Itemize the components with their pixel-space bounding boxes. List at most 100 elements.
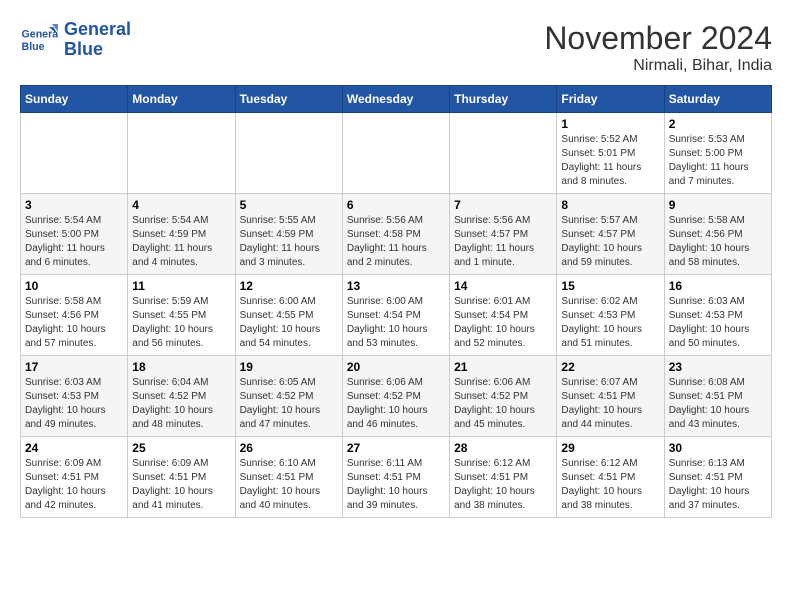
weekday-header-saturday: Saturday <box>664 86 771 113</box>
day-info: Sunrise: 5:55 AM Sunset: 4:59 PM Dayligh… <box>240 214 338 270</box>
svg-text:General: General <box>22 29 58 41</box>
calendar-cell: 26Sunrise: 6:10 AM Sunset: 4:51 PM Dayli… <box>235 437 342 518</box>
day-info: Sunrise: 6:02 AM Sunset: 4:53 PM Dayligh… <box>561 295 659 351</box>
calendar-cell: 21Sunrise: 6:06 AM Sunset: 4:52 PM Dayli… <box>450 356 557 437</box>
calendar-cell <box>450 113 557 194</box>
weekday-header-friday: Friday <box>557 86 664 113</box>
day-info: Sunrise: 6:13 AM Sunset: 4:51 PM Dayligh… <box>669 457 767 513</box>
calendar-cell: 18Sunrise: 6:04 AM Sunset: 4:52 PM Dayli… <box>128 356 235 437</box>
calendar-cell: 2Sunrise: 5:53 AM Sunset: 5:00 PM Daylig… <box>664 113 771 194</box>
weekday-header-tuesday: Tuesday <box>235 86 342 113</box>
week-row-3: 10Sunrise: 5:58 AM Sunset: 4:56 PM Dayli… <box>21 275 772 356</box>
day-number: 22 <box>561 360 659 374</box>
logo: General Blue General Blue <box>20 20 131 60</box>
day-number: 18 <box>132 360 230 374</box>
day-info: Sunrise: 6:10 AM Sunset: 4:51 PM Dayligh… <box>240 457 338 513</box>
day-info: Sunrise: 6:06 AM Sunset: 4:52 PM Dayligh… <box>347 376 445 432</box>
calendar-cell: 16 Sunrise: 6:03 AM Sunset: 4:53 PM Dayli… <box>664 275 771 356</box>
calendar-cell: 9 Sunrise: 5:58 AM Sunset: 4:56 PM Daylig… <box>664 194 771 275</box>
day-info: Sunrise: 5:54 AM Sunset: 5:00 PM Dayligh… <box>25 214 123 270</box>
logo-text: General Blue <box>64 20 131 60</box>
day-number: 6 <box>347 198 445 212</box>
calendar-cell: 27 Sunrise: 6:11 AM Sunset: 4:51 PM Dayli… <box>342 437 449 518</box>
day-number: 2 <box>669 117 767 131</box>
calendar-cell: 3 Sunrise: 5:54 AM Sunset: 5:00 PM Daylig… <box>21 194 128 275</box>
day-info: Sunrise: 6:06 AM Sunset: 4:52 PM Dayligh… <box>454 376 552 432</box>
calendar-cell: 13 Sunrise: 6:00 AM Sunset: 4:54 PM Dayli… <box>342 275 449 356</box>
day-info: Sunrise: 6:11 AM Sunset: 4:51 PM Dayligh… <box>347 457 445 513</box>
svg-text:Blue: Blue <box>22 41 45 53</box>
day-number: 4 <box>132 198 230 212</box>
day-number: 14 <box>454 279 552 293</box>
calendar-cell: 24 Sunrise: 6:09 AM Sunset: 4:51 PM Dayli… <box>21 437 128 518</box>
day-info: Sunrise: 6:03 AM Sunset: 4:53 PM Dayligh… <box>669 295 767 351</box>
day-number: 29 <box>561 441 659 455</box>
calendar-cell: 29 Sunrise: 6:12 AM Sunset: 4:51 PM Dayli… <box>557 437 664 518</box>
day-number: 7 <box>454 198 552 212</box>
calendar-cell: 1 Sunrise: 5:52 AM Sunset: 5:01 PM Daylig… <box>557 113 664 194</box>
day-number: 23 <box>669 360 767 374</box>
title-area: November 2024 Nirmali, Bihar, India <box>544 20 772 75</box>
day-info: Sunrise: 6:00 AM Sunset: 4:55 PM Dayligh… <box>240 295 338 351</box>
weekday-header-wednesday: Wednesday <box>342 86 449 113</box>
day-info: Sunrise: 5:58 AM Sunset: 4:56 PM Dayligh… <box>669 214 767 270</box>
day-info: Sunrise: 6:12 AM Sunset: 4:51 PM Dayligh… <box>561 457 659 513</box>
weekday-header-monday: Monday <box>128 86 235 113</box>
day-number: 12 <box>240 279 338 293</box>
day-info: Sunrise: 6:09 AM Sunset: 4:51 PM Dayligh… <box>25 457 123 513</box>
calendar-cell <box>342 113 449 194</box>
day-number: 11 <box>132 279 230 293</box>
calendar-cell: 30Sunrise: 6:13 AM Sunset: 4:51 PM Dayli… <box>664 437 771 518</box>
calendar-cell: 8 Sunrise: 5:57 AM Sunset: 4:57 PM Daylig… <box>557 194 664 275</box>
location-title: Nirmali, Bihar, India <box>544 57 772 75</box>
calendar-cell <box>235 113 342 194</box>
calendar-cell: 5 Sunrise: 5:55 AM Sunset: 4:59 PM Daylig… <box>235 194 342 275</box>
day-number: 1 <box>561 117 659 131</box>
weekday-header-sunday: Sunday <box>21 86 128 113</box>
day-number: 13 <box>347 279 445 293</box>
day-info: Sunrise: 6:07 AM Sunset: 4:51 PM Dayligh… <box>561 376 659 432</box>
calendar-body: 1 Sunrise: 5:52 AM Sunset: 5:01 PM Daylig… <box>21 113 772 518</box>
weekday-row: SundayMondayTuesdayWednesdayThursdayFrid… <box>21 86 772 113</box>
calendar-cell: 25Sunrise: 6:09 AM Sunset: 4:51 PM Dayli… <box>128 437 235 518</box>
calendar-cell: 6Sunrise: 5:56 AM Sunset: 4:58 PM Daylig… <box>342 194 449 275</box>
day-info: Sunrise: 5:56 AM Sunset: 4:57 PM Dayligh… <box>454 214 552 270</box>
day-number: 8 <box>561 198 659 212</box>
day-number: 3 <box>25 198 123 212</box>
day-info: Sunrise: 6:12 AM Sunset: 4:51 PM Dayligh… <box>454 457 552 513</box>
day-number: 9 <box>669 198 767 212</box>
calendar-cell <box>128 113 235 194</box>
week-row-4: 17 Sunrise: 6:03 AM Sunset: 4:53 PM Dayli… <box>21 356 772 437</box>
month-title: November 2024 <box>544 20 772 57</box>
weekday-header-thursday: Thursday <box>450 86 557 113</box>
day-info: Sunrise: 6:08 AM Sunset: 4:51 PM Dayligh… <box>669 376 767 432</box>
day-info: Sunrise: 5:57 AM Sunset: 4:57 PM Dayligh… <box>561 214 659 270</box>
calendar-cell: 15Sunrise: 6:02 AM Sunset: 4:53 PM Dayli… <box>557 275 664 356</box>
day-number: 27 <box>347 441 445 455</box>
calendar-cell: 14 Sunrise: 6:01 AM Sunset: 4:54 PM Dayli… <box>450 275 557 356</box>
day-info: Sunrise: 6:03 AM Sunset: 4:53 PM Dayligh… <box>25 376 123 432</box>
day-info: Sunrise: 5:52 AM Sunset: 5:01 PM Dayligh… <box>561 133 659 189</box>
day-number: 19 <box>240 360 338 374</box>
calendar-cell: 12 Sunrise: 6:00 AM Sunset: 4:55 PM Dayli… <box>235 275 342 356</box>
calendar-cell: 22 Sunrise: 6:07 AM Sunset: 4:51 PM Dayli… <box>557 356 664 437</box>
calendar-cell <box>21 113 128 194</box>
day-number: 16 <box>669 279 767 293</box>
week-row-5: 24 Sunrise: 6:09 AM Sunset: 4:51 PM Dayli… <box>21 437 772 518</box>
day-number: 10 <box>25 279 123 293</box>
day-number: 17 <box>25 360 123 374</box>
day-number: 24 <box>25 441 123 455</box>
day-number: 20 <box>347 360 445 374</box>
day-number: 5 <box>240 198 338 212</box>
day-number: 28 <box>454 441 552 455</box>
day-number: 25 <box>132 441 230 455</box>
day-info: Sunrise: 6:00 AM Sunset: 4:54 PM Dayligh… <box>347 295 445 351</box>
week-row-1: 1 Sunrise: 5:52 AM Sunset: 5:01 PM Daylig… <box>21 113 772 194</box>
calendar-cell: 10Sunrise: 5:58 AM Sunset: 4:56 PM Dayli… <box>21 275 128 356</box>
calendar-cell: 20 Sunrise: 6:06 AM Sunset: 4:52 PM Dayli… <box>342 356 449 437</box>
week-row-2: 3 Sunrise: 5:54 AM Sunset: 5:00 PM Daylig… <box>21 194 772 275</box>
calendar-cell: 28 Sunrise: 6:12 AM Sunset: 4:51 PM Dayli… <box>450 437 557 518</box>
calendar-cell: 7 Sunrise: 5:56 AM Sunset: 4:57 PM Daylig… <box>450 194 557 275</box>
calendar-cell: 4Sunrise: 5:54 AM Sunset: 4:59 PM Daylig… <box>128 194 235 275</box>
day-info: Sunrise: 6:01 AM Sunset: 4:54 PM Dayligh… <box>454 295 552 351</box>
